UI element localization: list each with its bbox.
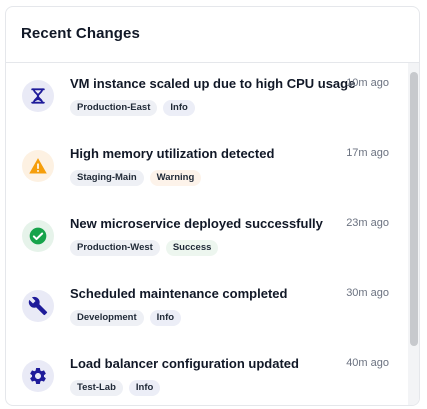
item-tags: Production-West Success [70, 240, 219, 256]
item-title: High memory utilization detected [70, 146, 275, 161]
item-title: Load balancer configuration updated [70, 356, 299, 371]
environment-tag: Production-East [70, 100, 158, 116]
recent-changes-panel: Recent Changes VM instance scaled up due… [5, 6, 420, 406]
list-item[interactable]: Scheduled maintenance completed 30m ago … [6, 273, 406, 343]
item-timestamp: 10m ago [346, 77, 389, 89]
environment-tag: Production-West [70, 240, 160, 256]
scrollbar[interactable] [408, 63, 419, 405]
item-timestamp: 40m ago [346, 357, 389, 369]
severity-tag: Success [165, 240, 219, 256]
severity-tag: Info [149, 310, 182, 326]
environment-tag: Staging-Main [70, 170, 144, 186]
list-item[interactable]: VM instance scaled up due to high CPU us… [6, 63, 406, 133]
panel-title: Recent Changes [21, 25, 140, 42]
severity-tag: Info [128, 380, 161, 396]
severity-tag: Warning [149, 170, 202, 186]
environment-tag: Test-Lab [70, 380, 123, 396]
item-timestamp: 17m ago [346, 147, 389, 159]
item-timestamp: 23m ago [346, 217, 389, 229]
item-title: Scheduled maintenance completed [70, 286, 288, 301]
changes-list: VM instance scaled up due to high CPU us… [6, 63, 406, 405]
item-tags: Test-Lab Info [70, 380, 161, 396]
item-title: VM instance scaled up due to high CPU us… [70, 76, 356, 91]
list-item[interactable]: High memory utilization detected 17m ago… [6, 133, 406, 203]
list-item[interactable]: New microservice deployed successfully 2… [6, 203, 406, 273]
check-circle-icon [22, 220, 54, 252]
gear-icon [22, 360, 54, 392]
item-timestamp: 30m ago [346, 287, 389, 299]
warning-triangle-icon [22, 150, 54, 182]
item-tags: Production-East Info [70, 100, 195, 116]
item-title: New microservice deployed successfully [70, 216, 323, 231]
panel-header: Recent Changes [6, 7, 419, 63]
wrench-icon [22, 290, 54, 322]
scrollbar-thumb[interactable] [410, 72, 418, 346]
scale-hourglass-icon [22, 80, 54, 112]
list-item[interactable]: Load balancer configuration updated 40m … [6, 343, 406, 405]
severity-tag: Info [163, 100, 195, 116]
item-tags: Development Info [70, 310, 182, 326]
item-tags: Staging-Main Warning [70, 170, 202, 186]
environment-tag: Development [70, 310, 144, 326]
